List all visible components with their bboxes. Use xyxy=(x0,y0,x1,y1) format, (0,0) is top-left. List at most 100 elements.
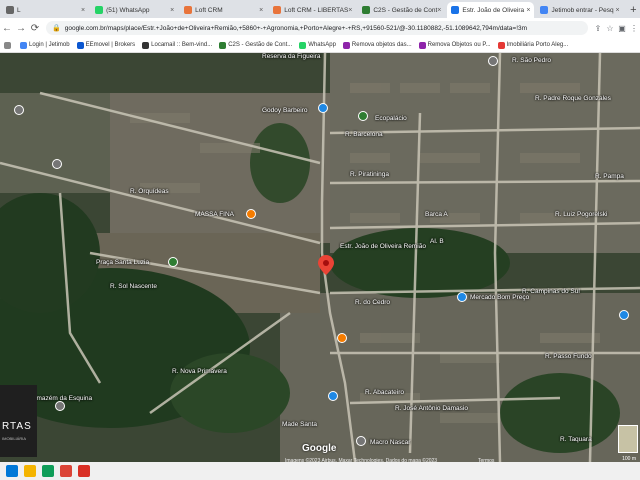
whatsapp-icon xyxy=(299,41,307,49)
menu-icon[interactable]: ⋮ xyxy=(628,24,640,33)
bookmark-jetimob[interactable]: Login | Jetimob xyxy=(20,41,70,49)
bookmark-locamail[interactable]: Locamail :: Bem-vind... xyxy=(142,41,212,49)
map-label[interactable]: MASSA FINA xyxy=(195,211,234,218)
layers-thumbnail[interactable] xyxy=(618,425,638,453)
close-icon[interactable]: × xyxy=(170,7,174,14)
satellite-map[interactable]: Reserva da Figueira R. São Pedro R. Padr… xyxy=(0,53,640,462)
brand-logo-subtext: IMOBILIÁRIA xyxy=(2,436,27,441)
lock-icon: 🔒 xyxy=(52,25,61,32)
poi-pin-icon[interactable] xyxy=(328,391,338,401)
bookmarks-bar: Login | Jetimob EEmovel | Brokers Locama… xyxy=(0,38,640,53)
location-pin-icon[interactable] xyxy=(318,255,334,275)
start-icon[interactable] xyxy=(6,465,18,477)
share-icon[interactable]: ⇪ xyxy=(592,24,604,33)
map-label[interactable]: R. Padre Roque Gonzales xyxy=(535,95,611,102)
poi-pin-icon[interactable] xyxy=(358,111,368,121)
poi-pin-icon[interactable] xyxy=(318,103,328,113)
file-explorer-icon[interactable] xyxy=(24,465,36,477)
poi-pin-icon[interactable] xyxy=(246,209,256,219)
map-label[interactable]: Reserva da Figueira xyxy=(262,53,321,60)
loft-icon xyxy=(184,6,193,14)
map-label[interactable]: R. Luiz Pogorelski xyxy=(555,211,607,218)
map-label[interactable]: R. Piratininga xyxy=(350,171,389,178)
star-icon[interactable]: ☆ xyxy=(604,24,616,33)
map-label[interactable]: R. Campinas do Sul xyxy=(522,288,580,295)
poi-pin-icon[interactable] xyxy=(457,292,467,302)
close-icon[interactable]: × xyxy=(348,7,352,14)
loft-icon xyxy=(273,6,282,14)
tab-whatsapp[interactable]: (51) WhatsApp × xyxy=(91,2,178,18)
poi-pin-icon[interactable] xyxy=(55,401,65,411)
map-label[interactable]: Ecopalácio xyxy=(375,115,407,122)
locamail-icon xyxy=(142,41,150,49)
close-icon[interactable]: × xyxy=(437,7,441,14)
close-icon[interactable]: × xyxy=(81,7,85,14)
brand-logo-text: RTAS xyxy=(2,421,32,432)
apps-icon[interactable] xyxy=(4,41,13,49)
tab-loft-crm[interactable]: Loft CRM × xyxy=(180,2,267,18)
chrome-icon[interactable] xyxy=(60,465,72,477)
poi-pin-icon[interactable] xyxy=(168,257,178,267)
poi-pin-icon[interactable] xyxy=(337,333,347,343)
map-label[interactable]: R. Pampa xyxy=(595,173,624,180)
bookmark-imobiliaria[interactable]: Imobiliária Porto Aleg... xyxy=(497,41,568,49)
url-input[interactable]: 🔒 google.com.br/maps/place/Estr.+João+de+… xyxy=(46,21,588,35)
map-label[interactable]: R. Orquídeas xyxy=(130,188,169,195)
poi-pin-icon[interactable] xyxy=(52,159,62,169)
bookmark-whatsapp[interactable]: WhatsApp xyxy=(299,41,336,49)
map-label[interactable]: R. Taquara xyxy=(560,436,592,443)
bookmark-c2s[interactable]: C2S - Gestão de Cont... xyxy=(219,41,292,49)
maps-icon xyxy=(451,6,460,14)
eemovel-icon xyxy=(76,41,84,49)
close-icon[interactable]: × xyxy=(526,7,530,14)
map-label[interactable]: Al. B xyxy=(430,238,444,245)
map-label[interactable]: Praça Santa Luzia xyxy=(96,259,149,266)
map-label[interactable]: Estr. João de Oliveira Remião xyxy=(340,243,426,250)
os-taskbar xyxy=(0,462,640,480)
map-label[interactable]: R. Abacateiro xyxy=(365,389,404,396)
c2s-icon xyxy=(219,41,227,49)
tab-c2s[interactable]: C2S - Gestão de Cont × xyxy=(358,2,445,18)
c2s-icon xyxy=(362,6,371,14)
map-label[interactable]: Godoy Barbeiro xyxy=(262,107,308,114)
app-icon[interactable] xyxy=(78,465,90,477)
tab-0[interactable]: L × xyxy=(2,2,89,18)
tab-loft-crm-libertas[interactable]: Loft CRM - LIBERTAS × xyxy=(269,2,356,18)
poi-pin-icon[interactable] xyxy=(488,56,498,66)
jetimob-icon xyxy=(20,41,27,49)
google-icon xyxy=(540,6,549,14)
poi-pin-icon[interactable] xyxy=(14,105,24,115)
map-label[interactable]: R. Sol Nascente xyxy=(110,283,157,290)
close-icon[interactable]: × xyxy=(615,7,619,14)
back-icon[interactable]: ← xyxy=(0,23,14,34)
bookmark-eemovel[interactable]: EEmovel | Brokers xyxy=(76,41,135,49)
poi-pin-icon[interactable] xyxy=(356,436,366,446)
extensions-icon[interactable]: ▣ xyxy=(616,24,628,33)
google-logo: Google xyxy=(302,443,337,454)
tab-favicon-icon xyxy=(6,6,14,14)
store-icon[interactable] xyxy=(42,465,54,477)
poi-pin-icon[interactable] xyxy=(619,310,629,320)
map-label[interactable]: R. José Antônio Damasio xyxy=(395,405,468,412)
map-label[interactable]: R. Nova Primavera xyxy=(172,368,227,375)
map-label[interactable]: Mercado Bom Preço xyxy=(470,294,529,301)
imobiliaria-icon xyxy=(497,41,505,49)
map-label[interactable]: R. São Pedro xyxy=(512,57,551,64)
map-label[interactable]: Barca A xyxy=(425,211,448,218)
forward-icon[interactable]: → xyxy=(14,23,28,34)
map-label[interactable]: Macro Nascar xyxy=(370,439,410,446)
map-label[interactable]: R. Passo Fundo xyxy=(545,353,592,360)
reload-icon[interactable]: ⟳ xyxy=(28,23,42,34)
map-label[interactable]: R. Barcelona xyxy=(345,131,383,138)
bookmark-remova-objetos[interactable]: Remova objetos das... xyxy=(342,41,412,49)
bookmark-remova-objetos-2[interactable]: Remova Objetos ou P... xyxy=(418,41,491,49)
map-label[interactable]: Made Santa xyxy=(282,421,317,428)
whatsapp-icon xyxy=(95,6,104,14)
remove-objects-icon xyxy=(418,41,426,49)
tab-google-search[interactable]: Jetimob entrar - Pesq × xyxy=(536,2,623,18)
map-label[interactable]: R. do Cedro xyxy=(355,299,390,306)
close-icon[interactable]: × xyxy=(259,7,263,14)
tab-google-maps[interactable]: Estr. João de Oliveira × xyxy=(447,2,535,18)
address-bar-row: ← → ⟳ 🔒 google.com.br/maps/place/Estr.+Jo… xyxy=(0,18,640,38)
new-tab-button[interactable]: + xyxy=(627,2,640,18)
